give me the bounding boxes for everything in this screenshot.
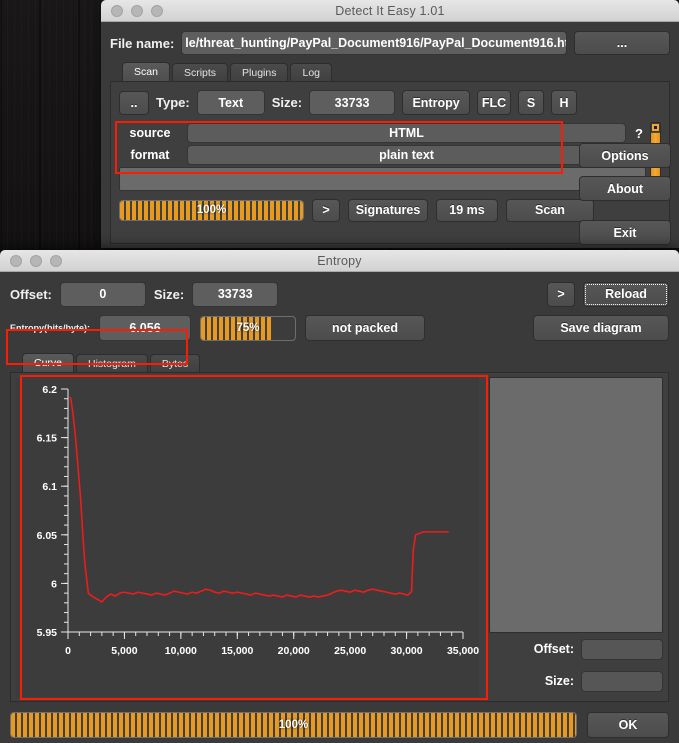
entropy-side-panel: Offset: Size: [489, 377, 663, 697]
browse-button[interactable]: ... [574, 31, 670, 55]
result-key: source [119, 126, 181, 140]
svg-text:0: 0 [65, 645, 71, 657]
die-content: File name: le/threat_hunting/PayPal_Docu… [101, 22, 679, 248]
result-row-source[interactable]: source HTML ? [119, 122, 646, 144]
type-label: Type: [156, 95, 190, 110]
side-size-row: Size: [489, 665, 663, 697]
size-value: 33733 [309, 90, 395, 115]
scan-button[interactable]: Scan [506, 199, 594, 222]
svg-text:10,000: 10,000 [165, 645, 197, 657]
type-value: Text [197, 90, 265, 115]
svg-text:20,000: 20,000 [278, 645, 310, 657]
region-preview[interactable] [489, 377, 663, 633]
entropy-window-title: Entropy [0, 254, 679, 268]
file-name-input[interactable]: le/threat_hunting/PayPal_Document916/Pay… [181, 31, 567, 55]
side-offset-row: Offset: [489, 633, 663, 665]
file-name-row: File name: le/threat_hunting/PayPal_Docu… [110, 30, 670, 56]
svg-text:15,000: 15,000 [221, 645, 253, 657]
scan-action-row: 100% > Signatures 19 ms Scan [119, 198, 661, 222]
entropy-progress-bar: 75% [200, 316, 296, 341]
svg-text:6.15: 6.15 [37, 433, 58, 445]
parent-directory-button[interactable]: .. [119, 91, 149, 115]
svg-text:6.05: 6.05 [37, 530, 58, 542]
side-size-input[interactable] [581, 671, 663, 692]
expand-button[interactable]: > [312, 199, 340, 222]
exit-button[interactable]: Exit [579, 220, 671, 245]
entropy-value-row: Entropy(bits/byte): 6.056 75% not packed… [10, 312, 669, 344]
offset-label: Offset: [10, 287, 52, 302]
entropy-curve-svg: 5.95 6 6.05 6.1 6.15 6.2 0 5,000 10,000 15,000 20,… [16, 377, 479, 697]
hex-button[interactable]: H [551, 90, 577, 115]
offset-input[interactable]: 0 [60, 282, 146, 307]
size-input[interactable]: 33733 [192, 282, 278, 307]
packed-status-badge: not packed [305, 315, 425, 341]
svg-text:5,000: 5,000 [111, 645, 137, 657]
scan-progress-label: 100% [197, 204, 226, 216]
about-button[interactable]: About [579, 176, 671, 201]
entropy-value: 6.056 [99, 315, 191, 341]
tab-curve[interactable]: Curve [22, 353, 74, 372]
tab-log[interactable]: Log [290, 63, 332, 81]
side-size-label: Size: [545, 674, 574, 688]
signatures-button[interactable]: Signatures [348, 199, 428, 222]
entropy-curve-chart[interactable]: 5.95 6 6.05 6.1 6.15 6.2 0 5,000 10,000 15,000 20,… [16, 377, 479, 697]
bottom-progress-label: 100% [279, 719, 308, 731]
side-offset-label: Offset: [534, 642, 574, 656]
reload-button[interactable]: Reload [583, 282, 669, 307]
svg-text:30,000: 30,000 [391, 645, 423, 657]
options-button[interactable]: Options [579, 143, 671, 168]
size-label: Size: [154, 287, 184, 302]
tab-histogram[interactable]: Histogram [76, 354, 148, 372]
size-label: Size: [272, 95, 302, 110]
scan-progress-bar: 100% [119, 200, 304, 221]
tab-bytes[interactable]: Bytes [150, 354, 200, 372]
strings-button[interactable]: S [518, 90, 544, 115]
bottom-progress-bar: 100% [10, 712, 577, 738]
tab-plugins[interactable]: Plugins [230, 63, 288, 81]
die-window-title: Detect It Easy 1.01 [101, 4, 679, 18]
entropy-titlebar: Entropy [0, 250, 679, 272]
svg-text:6.2: 6.2 [42, 384, 57, 396]
svg-text:35,000: 35,000 [447, 645, 479, 657]
entropy-bottom-bar: 100% OK [10, 710, 669, 740]
result-value[interactable]: HTML [187, 123, 626, 143]
tab-scan[interactable]: Scan [122, 62, 170, 81]
detect-it-easy-window: Detect It Easy 1.01 File name: le/threat… [101, 0, 679, 248]
side-offset-input[interactable] [581, 639, 663, 660]
entropy-content: Offset: 0 Size: 33733 > Reload Entropy(b… [0, 272, 679, 743]
svg-text:6.1: 6.1 [42, 481, 57, 493]
entropy-window: Entropy Offset: 0 Size: 33733 > Reload E… [0, 250, 679, 743]
die-titlebar: Detect It Easy 1.01 [101, 0, 679, 22]
help-icon[interactable]: ? [632, 126, 646, 141]
entropy-button[interactable]: Entropy [402, 90, 470, 115]
scan-time-display: 19 ms [436, 199, 498, 222]
scroll-up-icon[interactable] [651, 123, 660, 132]
entropy-offset-row: Offset: 0 Size: 33733 > Reload [10, 280, 669, 308]
svg-text:6: 6 [51, 578, 57, 590]
result-value[interactable]: plain text [187, 145, 626, 165]
entropy-tab-bar[interactable]: Curve Histogram Bytes [10, 352, 669, 372]
scan-results-empty-area [119, 167, 646, 191]
save-diagram-button[interactable]: Save diagram [533, 315, 669, 341]
entropy-chart-area: 5.95 6 6.05 6.1 6.15 6.2 0 5,000 10,000 15,000 20,… [10, 372, 669, 702]
svg-text:25,000: 25,000 [334, 645, 366, 657]
ok-button[interactable]: OK [587, 712, 669, 738]
entropy-progress-label: 75% [236, 322, 259, 334]
file-info-row: .. Type: Text Size: 33733 Entropy FLC S … [119, 90, 661, 115]
file-name-label: File name: [110, 36, 174, 51]
expand-button[interactable]: > [547, 282, 575, 307]
die-tab-bar[interactable]: Scan Scripts Plugins Log [110, 62, 670, 81]
result-key: format [119, 148, 181, 162]
result-row-format[interactable]: format plain text ? [119, 144, 646, 166]
svg-text:5.95: 5.95 [37, 627, 58, 639]
entropy-bits-label: Entropy(bits/byte): [10, 323, 90, 333]
tab-scripts[interactable]: Scripts [172, 63, 228, 81]
flc-button[interactable]: FLC [477, 90, 511, 115]
